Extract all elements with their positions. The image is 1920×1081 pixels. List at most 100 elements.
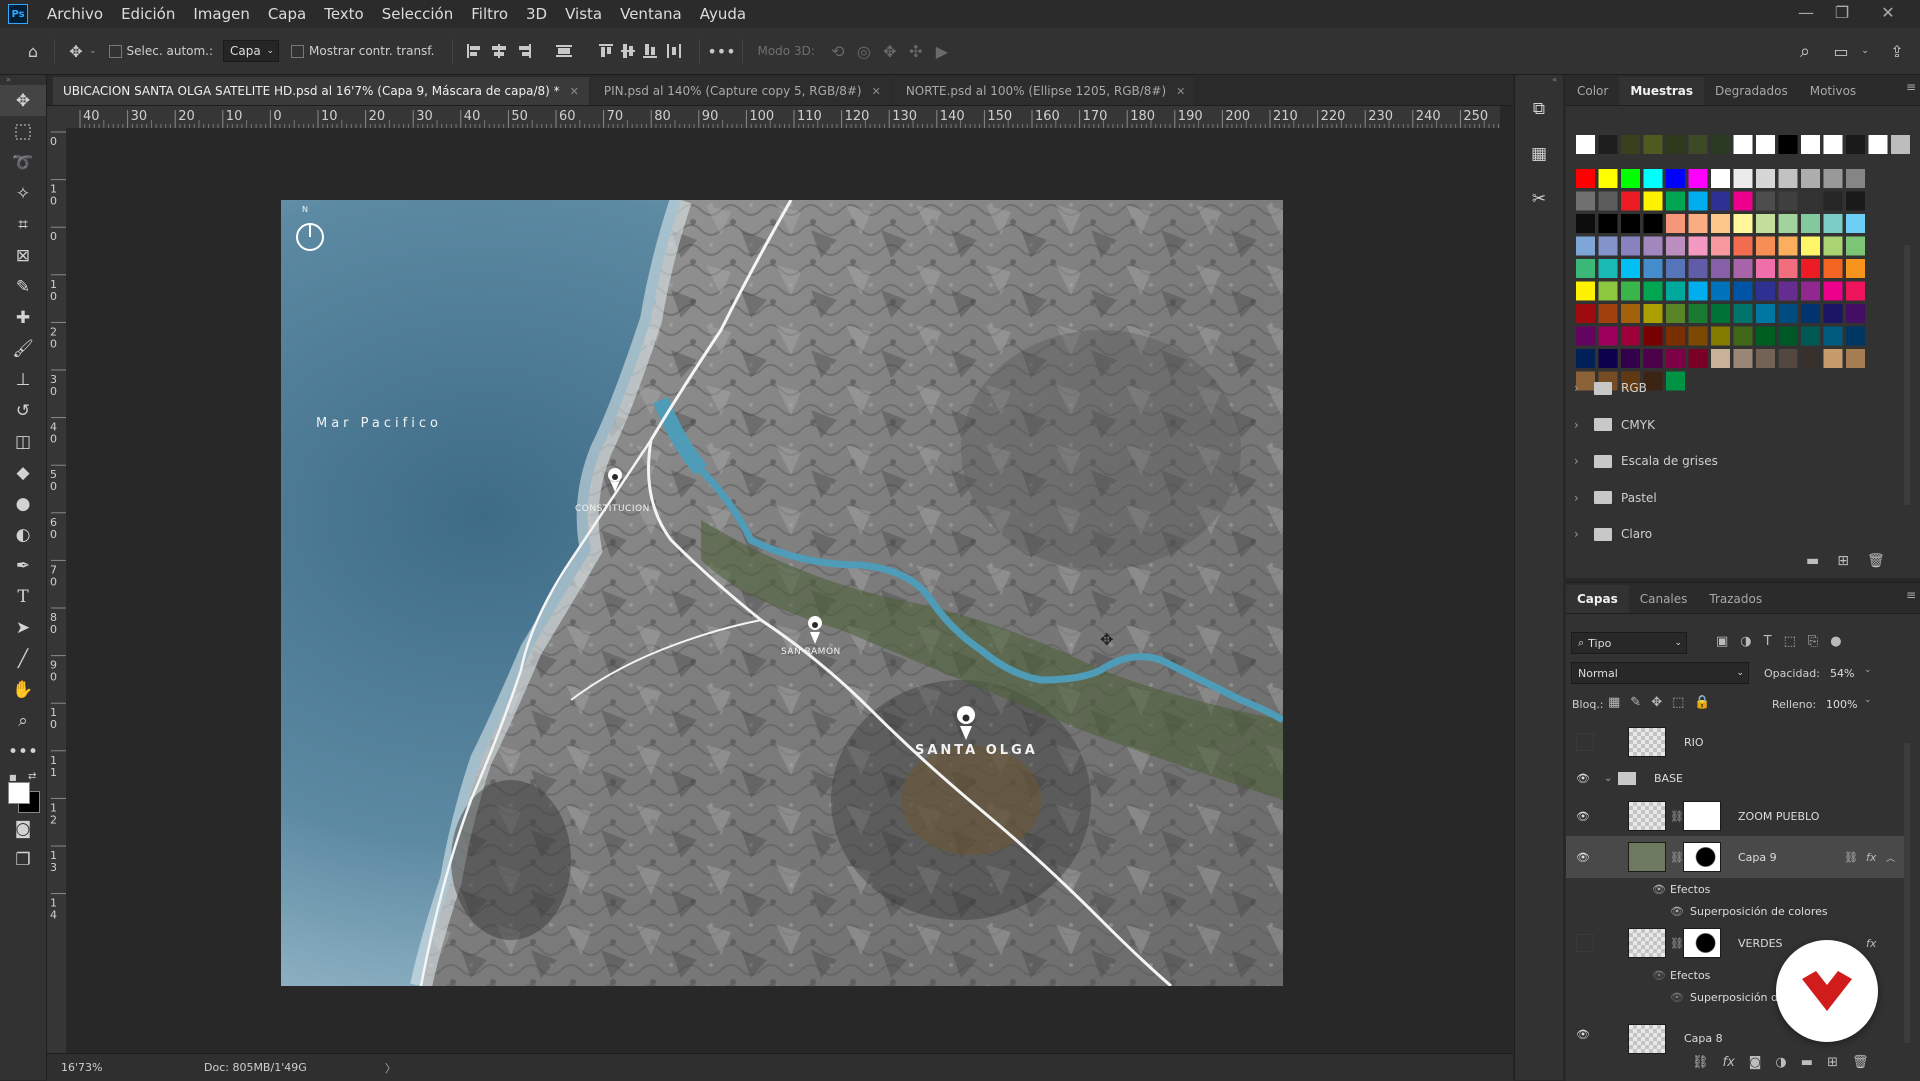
color-swatch[interactable] — [1598, 281, 1618, 301]
color-swatch[interactable] — [1576, 214, 1595, 233]
color-swatch[interactable] — [1711, 191, 1730, 211]
align-buttons-group[interactable] — [461, 38, 661, 64]
lock-position-icon[interactable]: ✥ — [1651, 695, 1662, 710]
color-swatch[interactable] — [1846, 169, 1865, 188]
lasso-tool-icon[interactable]: ➰ — [0, 147, 46, 178]
close-icon[interactable]: ✕ — [1176, 85, 1185, 98]
swatch-folder-cmyk[interactable]: › CMYK — [1574, 412, 1655, 438]
layer-mask-thumbnail[interactable] — [1683, 842, 1721, 872]
color-swatch[interactable] — [1666, 304, 1685, 323]
close-icon[interactable]: ✕ — [872, 85, 881, 98]
opacity-chevron-icon[interactable]: ⌄ — [1864, 665, 1872, 675]
lock-artboard-icon[interactable]: ⬚ — [1672, 695, 1684, 710]
color-swatch[interactable] — [1711, 281, 1730, 301]
link-layers-icon[interactable]: ⛓ — [1692, 1055, 1709, 1070]
type-filter-icon[interactable]: T — [1764, 634, 1772, 649]
color-swatch[interactable] — [1733, 349, 1753, 368]
ruler-horizontal[interactable]: 40 30 20 10 0 10 20 30 40 50 60 70 80 90 100 110 120 130 1… — [66, 106, 1500, 129]
color-swatch[interactable] — [1643, 349, 1663, 368]
color-swatch[interactable] — [1666, 281, 1685, 301]
menu-item[interactable]: Selección — [373, 0, 463, 28]
color-swatch[interactable] — [1598, 214, 1618, 233]
color-swatches[interactable]: ■ ⇄ — [0, 767, 46, 813]
color-swatch[interactable] — [1643, 304, 1663, 323]
fx-icon[interactable]: fx — [1866, 851, 1876, 864]
new-group-icon[interactable]: ▬ — [1806, 553, 1819, 569]
color-swatch[interactable] — [1733, 236, 1753, 256]
eyedropper-tool-icon[interactable]: ✎ — [0, 271, 46, 302]
more-options-icon[interactable]: ••• — [707, 38, 735, 64]
color-swatch[interactable] — [1778, 326, 1798, 346]
quick-mask-icon[interactable]: ◙ — [0, 813, 46, 844]
fill-field[interactable]: 100% — [1820, 693, 1860, 715]
color-swatch[interactable] — [1846, 281, 1865, 301]
collapse-toolbar-icon[interactable]: » — [0, 75, 46, 85]
foreground-color[interactable] — [8, 782, 30, 804]
menu-item[interactable]: 3D — [517, 0, 556, 28]
zoom-tool-icon[interactable]: ⌕ — [0, 705, 46, 736]
link-icon[interactable]: ⛓ — [1670, 851, 1684, 864]
color-swatch[interactable] — [1778, 169, 1798, 188]
default-colors-icon[interactable]: ■ — [9, 773, 17, 782]
menu-item[interactable]: Edición — [112, 0, 184, 28]
color-swatch[interactable] — [1666, 191, 1685, 211]
color-swatch[interactable] — [1733, 259, 1753, 278]
swap-colors-icon[interactable]: ⇄ — [28, 771, 36, 782]
color-swatch[interactable] — [1756, 214, 1775, 233]
color-swatch[interactable] — [1643, 191, 1663, 211]
color-swatch[interactable] — [1801, 169, 1820, 188]
color-swatch[interactable] — [1688, 169, 1708, 188]
color-swatch[interactable] — [1801, 191, 1820, 211]
pixel-filter-icon[interactable]: ▣ — [1716, 634, 1728, 649]
eye-icon[interactable]: 👁 — [1576, 810, 1592, 823]
chevron-up-icon[interactable]: ︿ — [1886, 851, 1895, 864]
type-tool-icon[interactable]: T — [0, 581, 46, 612]
color-swatch[interactable] — [1846, 349, 1865, 368]
color-swatch[interactable] — [1621, 281, 1640, 301]
color-swatch[interactable] — [1846, 191, 1865, 211]
color-swatch[interactable] — [1756, 349, 1775, 368]
marquee-tool-icon[interactable] — [0, 116, 46, 147]
hand-tool-icon[interactable]: ✋ — [0, 674, 46, 705]
color-swatch[interactable] — [1576, 259, 1595, 278]
color-swatch[interactable] — [1801, 304, 1820, 323]
color-swatch[interactable] — [1801, 236, 1820, 256]
effects-row[interactable]: 👁 Efectos — [1566, 878, 1906, 900]
color-swatch[interactable] — [1666, 214, 1685, 233]
channel-logo-button[interactable] — [1776, 940, 1878, 1042]
color-swatch[interactable] — [1576, 281, 1595, 301]
color-swatch[interactable] — [1801, 259, 1820, 278]
menu-item[interactable]: Filtro — [462, 0, 517, 28]
eye-icon[interactable]: 👁 — [1576, 851, 1592, 864]
home-icon[interactable]: ⌂ — [20, 38, 46, 64]
color-swatch[interactable] — [1846, 259, 1865, 278]
color-swatch[interactable] — [1756, 326, 1775, 346]
effect-color-overlay-row[interactable]: 👁 Superposición de colores — [1566, 900, 1906, 922]
color-swatch[interactable] — [1711, 349, 1730, 368]
color-swatch[interactable] — [1801, 326, 1820, 346]
blend-mode-dropdown[interactable]: Normal ⌄ — [1571, 662, 1749, 684]
color-swatch[interactable] — [1711, 259, 1730, 278]
zoom-readout[interactable]: 16'73% — [61, 1061, 102, 1074]
recent-swatch[interactable] — [1868, 135, 1888, 154]
link-icon[interactable]: ⛓ — [1670, 937, 1684, 950]
color-swatch[interactable] — [1733, 326, 1753, 346]
color-swatch[interactable] — [1733, 191, 1753, 211]
pen-tool-icon[interactable]: ✒ — [0, 550, 46, 581]
distribute-icon[interactable] — [661, 38, 691, 64]
add-style-icon[interactable]: fx — [1723, 1055, 1735, 1070]
document-canvas[interactable]: N Mar Pacifico CONSTITUCION SAN RAMON SA… — [281, 200, 1283, 986]
link-icon[interactable]: ⛓ — [1670, 810, 1684, 823]
menu-item[interactable]: Imagen — [184, 0, 258, 28]
color-swatch[interactable] — [1823, 214, 1843, 233]
color-swatch[interactable] — [1688, 281, 1708, 301]
adjustment-filter-icon[interactable]: ◑ — [1740, 634, 1751, 649]
layer-row-zoom-pueblo[interactable]: 👁 ⛓ ZOOM PUEBLO — [1566, 796, 1906, 836]
visibility-toggle[interactable] — [1576, 934, 1594, 952]
adjustment-layer-icon[interactable]: ◑ — [1775, 1055, 1786, 1070]
new-swatch-icon[interactable]: ⊞ — [1837, 553, 1849, 569]
tab-pin[interactable]: PIN.psd al 140% (Capture copy 5, RGB/8#)… — [589, 77, 891, 105]
menu-item[interactable]: Archivo — [38, 0, 112, 28]
recent-swatch[interactable] — [1576, 135, 1595, 154]
color-swatch[interactable] — [1846, 326, 1865, 346]
